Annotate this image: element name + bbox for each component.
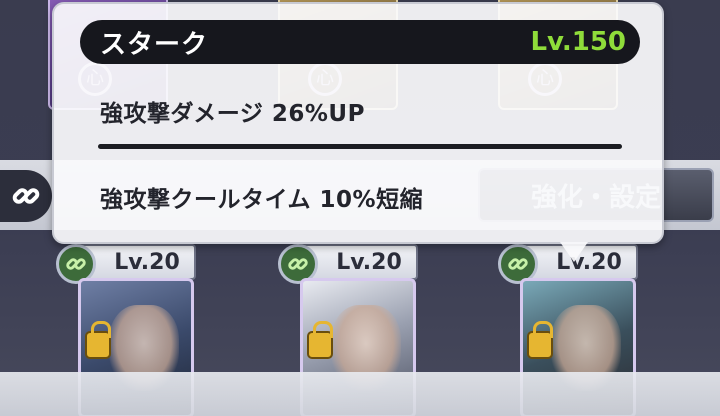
character-level: Lv.150 xyxy=(530,27,626,57)
popup-title-bar: スターク Lv.150 xyxy=(80,20,640,64)
lock-icon xyxy=(527,321,553,359)
character-name: スターク xyxy=(100,29,209,60)
effect-text: 強攻撃クールタイム 10%短縮 xyxy=(100,187,424,213)
lock-icon xyxy=(307,321,333,359)
effect-text: 強攻撃ダメージ 26%UP xyxy=(100,101,365,127)
popup-pointer xyxy=(560,242,588,262)
divider xyxy=(98,144,622,149)
link-effect-popup[interactable]: スターク Lv.150 強攻撃ダメージ 26%UP 強攻撃クールタイム 10%短… xyxy=(52,2,664,244)
lock-icon xyxy=(85,321,111,359)
bottom-band xyxy=(0,372,720,416)
link-icon[interactable] xyxy=(0,170,52,222)
